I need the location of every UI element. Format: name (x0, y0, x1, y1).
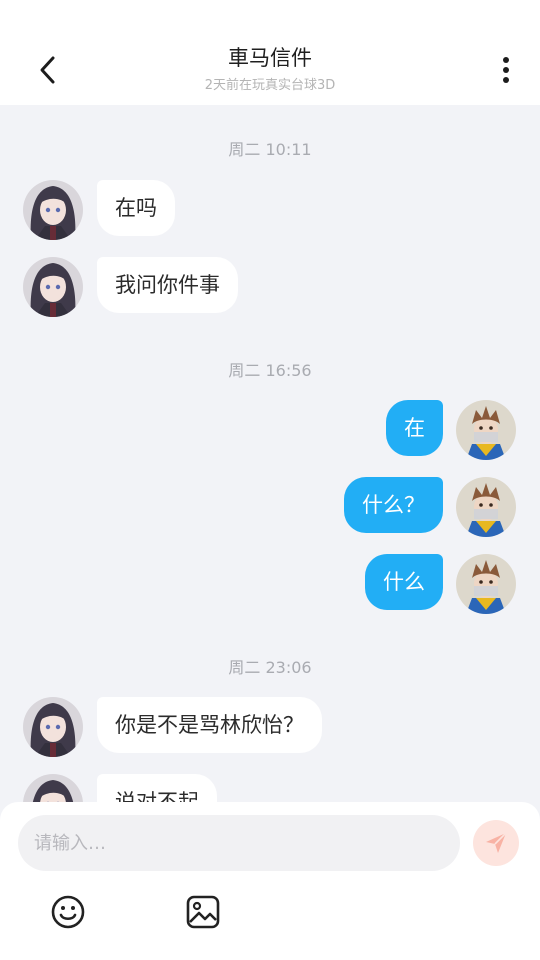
message-bubble[interactable]: 我问你件事 (97, 257, 238, 313)
message-bubble[interactable]: 在吗 (97, 180, 175, 236)
message-bubble[interactable]: 你是不是骂林欣怡？ (97, 697, 322, 753)
message-list[interactable]: 周二 10:11 在吗 我问你件事 周二 16:56 在 什么？ 什么 周二 2… (0, 105, 540, 805)
message-bubble[interactable]: 什么？ (344, 477, 443, 533)
message-input[interactable] (18, 815, 460, 871)
chat-title: 車马信件 (228, 46, 312, 70)
emoji-button[interactable] (50, 894, 86, 930)
chat-header: 車马信件 2天前在玩真实台球3D (0, 0, 540, 105)
more-vertical-icon (503, 57, 509, 83)
image-icon (186, 895, 220, 929)
more-options-button[interactable] (494, 52, 518, 88)
contact-avatar[interactable] (23, 697, 83, 757)
timestamp: 周二 23:06 (228, 658, 312, 677)
image-button[interactable] (185, 894, 221, 930)
emoji-icon (51, 895, 85, 929)
chat-status: 2天前在玩真实台球3D (204, 78, 336, 93)
my-avatar[interactable] (456, 400, 516, 460)
send-icon (486, 832, 507, 853)
send-button[interactable] (473, 820, 519, 866)
message-bubble[interactable]: 在 (386, 400, 443, 456)
contact-avatar[interactable] (23, 257, 83, 317)
message-composer (0, 802, 540, 960)
my-avatar[interactable] (456, 477, 516, 537)
my-avatar[interactable] (456, 554, 516, 614)
contact-avatar[interactable] (23, 774, 83, 805)
timestamp: 周二 10:11 (228, 140, 312, 159)
message-bubble[interactable]: 什么 (365, 554, 443, 610)
message-bubble[interactable]: 说对不起 (97, 774, 217, 805)
timestamp: 周二 16:56 (228, 361, 312, 380)
contact-avatar[interactable] (23, 180, 83, 240)
